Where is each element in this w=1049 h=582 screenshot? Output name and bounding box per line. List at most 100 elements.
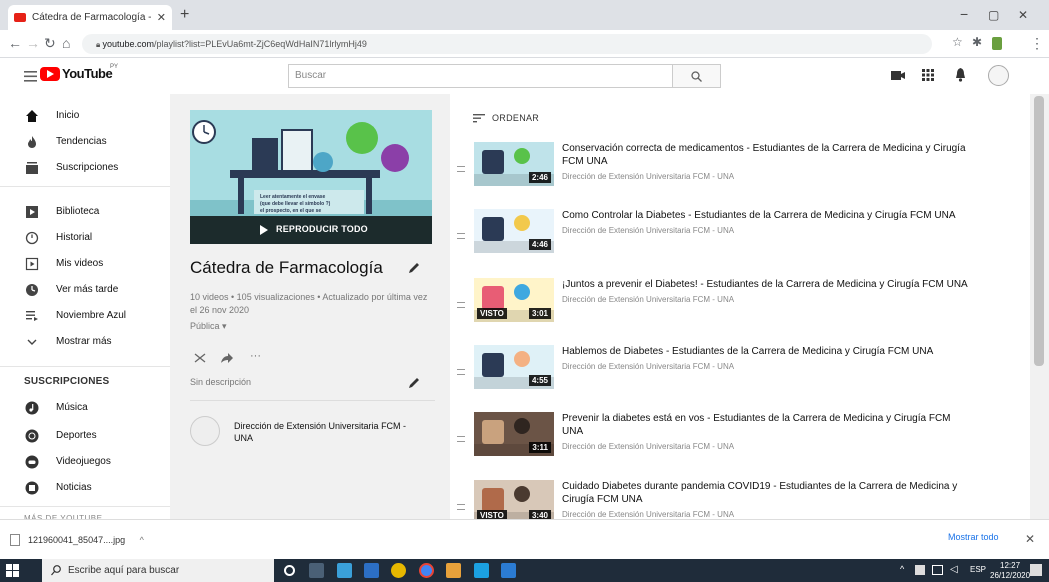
file-explorer-icon[interactable] [446, 563, 461, 578]
edit-title-pencil-icon[interactable] [408, 262, 420, 274]
hamburger-menu-icon[interactable] [24, 71, 37, 82]
download-options-caret[interactable]: ^ [140, 535, 144, 545]
show-all-downloads-button[interactable]: Mostrar todo [948, 532, 999, 542]
more-options-button[interactable]: ··· [250, 350, 261, 362]
apps-grid-icon[interactable] [922, 69, 934, 81]
search-button[interactable] [673, 64, 721, 88]
drag-handle-icon[interactable] [457, 369, 465, 375]
taskbar-app-icon[interactable] [364, 563, 379, 578]
chrome-icon[interactable] [419, 563, 434, 578]
drag-handle-icon[interactable] [457, 233, 465, 239]
windows-start-icon[interactable] [6, 564, 19, 577]
extension-icon[interactable] [992, 37, 1002, 50]
create-video-icon[interactable] [891, 70, 905, 81]
notification-center-icon[interactable] [1030, 564, 1042, 576]
extensions-puzzle-icon[interactable]: ✱ [972, 35, 982, 49]
download-item[interactable]: 121960041_85047....jpg ^ [28, 529, 144, 551]
sidebar-item-mostrar-más[interactable]: Mostrar más [0, 330, 170, 354]
youtube-logo-icon[interactable] [40, 67, 60, 81]
video-title[interactable]: Cuidado Diabetes durante pandemia COVID1… [562, 480, 972, 506]
channel-avatar[interactable] [190, 416, 220, 446]
video-title[interactable]: Prevenir la diabetes está en vos - Estud… [562, 412, 972, 438]
taskbar-app-icon[interactable] [474, 563, 489, 578]
sidebar-item-biblioteca[interactable]: Biblioteca [0, 200, 170, 224]
input-language[interactable]: ESP [970, 565, 986, 574]
notifications-bell-icon[interactable] [955, 68, 966, 82]
network-icon[interactable] [932, 565, 943, 575]
browser-tab[interactable]: Cátedra de Farmacología - YouT... ✕ [8, 5, 172, 30]
sidebar-item-suscripciones[interactable]: Suscripciones [0, 156, 170, 180]
video-thumbnail[interactable]: VISTO 3:01 [474, 278, 554, 322]
playlist-video-row[interactable]: 4:46 Como Controlar la Diabetes - Estudia… [450, 209, 1030, 269]
taskbar-app-icon[interactable] [337, 563, 352, 578]
video-channel[interactable]: Dirección de Extensión Universitaria FCM… [562, 362, 734, 371]
channel-name[interactable]: Dirección de Extensión Universitaria FCM… [234, 420, 424, 444]
back-arrow-icon[interactable]: ← [8, 35, 22, 51]
play-all-button[interactable]: REPRODUCIR TODO [190, 216, 432, 244]
tray-app-icon[interactable] [915, 565, 925, 575]
home-button-icon[interactable]: ⌂ [62, 35, 70, 51]
browser-menu-icon[interactable]: ⋮ [1030, 35, 1044, 52]
video-thumbnail[interactable]: 4:46 [474, 209, 554, 253]
taskbar-app-icon[interactable] [391, 563, 406, 578]
drag-handle-icon[interactable] [457, 302, 465, 308]
playlist-video-row[interactable]: VISTO 3:01 ¡Juntos a prevenir el Diabetes!… [450, 278, 1030, 338]
video-thumbnail[interactable]: 2:46 [474, 142, 554, 186]
edit-description-pencil-icon[interactable] [408, 377, 420, 389]
forward-arrow-icon[interactable]: → [26, 35, 40, 51]
tray-chevron-icon[interactable]: ^ [900, 564, 904, 574]
video-thumbnail[interactable]: 3:11 [474, 412, 554, 456]
window-minimize-button[interactable]: − [960, 6, 968, 22]
drag-handle-icon[interactable] [457, 504, 465, 510]
subscription-videojuegos[interactable]: Videojuegos [0, 450, 170, 474]
window-maximize-button[interactable]: ▢ [988, 8, 999, 22]
taskbar-clock[interactable]: 12:27 26/12/2020 [990, 561, 1030, 581]
drag-handle-icon[interactable] [457, 166, 465, 172]
bookmark-star-icon[interactable]: ☆ [952, 35, 963, 49]
video-channel[interactable]: Dirección de Extensión Universitaria FCM… [562, 172, 734, 181]
video-title[interactable]: ¡Juntos a prevenir el Diabetes! - Estudi… [562, 278, 972, 291]
drag-handle-icon[interactable] [457, 436, 465, 442]
video-thumbnail[interactable]: VISTO 3:40 [474, 480, 554, 519]
video-channel[interactable]: Dirección de Extensión Universitaria FCM… [562, 226, 734, 235]
video-thumbnail[interactable]: 4:55 [474, 345, 554, 389]
sort-icon[interactable] [473, 114, 485, 123]
page-scrollbar[interactable] [1030, 94, 1049, 519]
sidebar-item-tendencias[interactable]: Tendencias [0, 130, 170, 154]
word-icon[interactable] [501, 563, 516, 578]
task-view-icon[interactable] [309, 563, 324, 578]
search-input[interactable]: Buscar [288, 64, 673, 88]
sidebar-item-inicio[interactable]: Inicio [0, 104, 170, 128]
playlist-video-row[interactable]: 4:55 Hablemos de Diabetes - Estudiantes d… [450, 345, 1030, 405]
share-arrow-icon[interactable] [220, 352, 233, 364]
video-title[interactable]: Conservación correcta de medicamentos - … [562, 142, 972, 168]
new-tab-button[interactable]: + [180, 6, 189, 24]
playlist-video-row[interactable]: VISTO 3:40 Cuidado Diabetes durante pandem… [450, 480, 1030, 519]
playlist-thumbnail[interactable]: Leer atentamente el envase (que debe lle… [190, 110, 432, 244]
video-title[interactable]: Como Controlar la Diabetes - Estudiantes… [562, 209, 972, 222]
tab-close-button[interactable]: ✕ [157, 11, 166, 24]
sidebar-item-ver-más-tarde[interactable]: Ver más tarde [0, 278, 170, 302]
cortana-icon[interactable] [284, 565, 295, 576]
video-channel[interactable]: Dirección de Extensión Universitaria FCM… [562, 295, 734, 304]
video-title[interactable]: Hablemos de Diabetes - Estudiantes de la… [562, 345, 972, 358]
sidebar-item-historial[interactable]: Historial [0, 226, 170, 250]
taskbar-search-box[interactable]: Escribe aquí para buscar [42, 559, 274, 582]
subscription-música[interactable]: Música [0, 396, 170, 420]
playlist-video-row[interactable]: 2:46 Conservación correcta de medicamento… [450, 142, 1030, 202]
video-channel[interactable]: Dirección de Extensión Universitaria FCM… [562, 442, 734, 451]
account-avatar[interactable] [988, 65, 1009, 86]
privacy-dropdown[interactable]: Pública ▾ [190, 321, 227, 332]
playlist-video-row[interactable]: 3:11 Prevenir la diabetes está en vos - E… [450, 412, 1030, 472]
sidebar-item-mis-videos[interactable]: Mis videos [0, 252, 170, 276]
sidebar-item-noviembre-azul[interactable]: Noviembre Azul [0, 304, 170, 328]
reload-icon[interactable]: ↻ [44, 35, 56, 52]
shuffle-icon[interactable] [194, 352, 206, 364]
sort-button[interactable]: ORDENAR [492, 113, 539, 123]
close-download-shelf-button[interactable]: ✕ [1025, 532, 1035, 546]
video-channel[interactable]: Dirección de Extensión Universitaria FCM… [562, 510, 734, 519]
subscription-noticias[interactable]: Noticias [0, 476, 170, 500]
window-close-button[interactable]: ✕ [1018, 8, 1028, 22]
scrollbar-thumb[interactable] [1034, 96, 1044, 366]
url-field[interactable]: 🔒︎ youtube.com/playlist?list=PLEvUa6mt-Z… [82, 34, 932, 54]
